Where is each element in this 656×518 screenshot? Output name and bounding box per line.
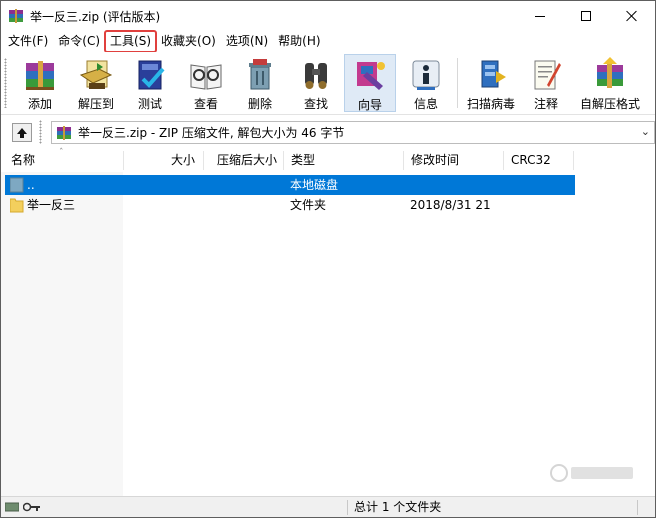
menu-tools[interactable]: 工具(S): [104, 30, 158, 53]
virus-scan-icon: [474, 57, 508, 93]
sfx-icon: [593, 57, 627, 93]
toolbar: 添加 解压到 测试 查看 删除 查找 向导 信息 扫描病毒 注释 自解压格式: [1, 52, 655, 115]
column-crc32[interactable]: CRC32: [505, 149, 557, 172]
address-grip[interactable]: [39, 120, 42, 144]
address-field[interactable]: 举一反三.zip - ZIP 压缩文件, 解包大小为 46 字节 ⌄: [51, 121, 655, 144]
menu-commands[interactable]: 命令(C): [53, 31, 105, 52]
title-bar: 举一反三.zip (评估版本): [1, 1, 655, 31]
test-icon: [133, 57, 167, 93]
comment-label: 注释: [533, 97, 558, 111]
address-bar: 举一反三.zip - ZIP 压缩文件, 解包大小为 46 字节 ⌄: [1, 116, 655, 148]
archive-icon: [56, 125, 72, 141]
find-label: 查找: [303, 97, 328, 111]
maximize-button[interactable]: [563, 1, 609, 31]
comment-button[interactable]: 注释: [521, 54, 571, 112]
row-name: 举一反三: [27, 198, 76, 212]
close-icon: [626, 10, 638, 22]
row-type: 本地磁盘: [290, 178, 339, 192]
menu-bar: 文件(F) 命令(C) 工具(S) 收藏夹(O) 选项(N) 帮助(H): [1, 30, 655, 53]
status-bar: 总计 1 个文件夹: [1, 496, 655, 517]
test-button[interactable]: 测试: [125, 54, 175, 112]
info-button[interactable]: 信息: [401, 54, 451, 112]
toolbar-separator: [457, 58, 458, 108]
menu-file[interactable]: 文件(F): [3, 31, 53, 52]
address-text: 举一反三.zip - ZIP 压缩文件, 解包大小为 46 字节: [78, 126, 345, 140]
table-row[interactable]: 举一反三 文件夹 2018/8/31 21: [5, 195, 575, 215]
drive-icon: [9, 177, 24, 193]
find-icon: [299, 57, 333, 93]
minimize-icon: [535, 15, 545, 17]
menu-favorites[interactable]: 收藏夹(O): [156, 31, 221, 52]
wizard-label: 向导: [357, 98, 382, 112]
column-divider[interactable]: [203, 151, 204, 170]
name-column-background: [1, 172, 123, 496]
extract-to-icon: [79, 57, 113, 93]
column-size[interactable]: 大小: [165, 149, 201, 172]
row-name: ..: [27, 178, 35, 192]
add-archive-icon: [23, 57, 57, 93]
column-divider[interactable]: [283, 151, 284, 170]
sfx-button[interactable]: 自解压格式: [579, 54, 641, 112]
close-button[interactable]: [609, 1, 655, 31]
file-list: 名称 ˆ 大小 压缩后大小 类型 修改时间 CRC32 .. 本地磁盘 举一反三…: [1, 148, 655, 496]
table-row[interactable]: .. 本地磁盘: [5, 175, 575, 195]
extract-to-label: 解压到: [77, 97, 114, 111]
sort-ascending-icon: ˆ: [59, 148, 64, 158]
window-title: 举一反三.zip (评估版本): [30, 9, 161, 24]
column-divider[interactable]: [123, 151, 124, 170]
chevron-down-icon[interactable]: ⌄: [641, 125, 650, 138]
extract-to-button[interactable]: 解压到: [71, 54, 121, 112]
minimize-button[interactable]: [517, 1, 563, 31]
find-button[interactable]: 查找: [291, 54, 341, 112]
winrar-app-icon: [8, 8, 24, 24]
wizard-button[interactable]: 向导: [344, 54, 396, 112]
virus-scan-button[interactable]: 扫描病毒: [463, 54, 519, 112]
status-text: 总计 1 个文件夹: [354, 500, 442, 514]
watermark-logo: [549, 461, 639, 485]
menu-options[interactable]: 选项(N): [221, 31, 273, 52]
column-name[interactable]: 名称: [5, 149, 41, 172]
maximize-icon: [581, 11, 591, 21]
column-divider[interactable]: [503, 151, 504, 170]
toolbar-grip[interactable]: [4, 58, 7, 108]
comment-icon: [529, 57, 563, 93]
up-folder-button[interactable]: [12, 123, 32, 142]
folder-icon: [9, 197, 24, 213]
column-type[interactable]: 类型: [285, 149, 321, 172]
status-divider: [347, 500, 348, 515]
info-label: 信息: [413, 97, 438, 111]
delete-icon: [243, 57, 277, 93]
up-arrow-icon: [17, 127, 27, 138]
wizard-icon: [353, 58, 387, 94]
view-button[interactable]: 查看: [181, 54, 231, 112]
sfx-label: 自解压格式: [579, 97, 640, 111]
drive-status-icon: [4, 501, 20, 516]
menu-help[interactable]: 帮助(H): [273, 31, 325, 52]
key-icon: [22, 501, 41, 516]
test-label: 测试: [137, 97, 162, 111]
column-divider[interactable]: [403, 151, 404, 170]
winrar-window: 举一反三.zip (评估版本) 文件(F) 命令(C) 工具(S) 收藏夹(O)…: [0, 0, 656, 518]
virus-scan-label: 扫描病毒: [466, 97, 515, 111]
delete-label: 删除: [247, 97, 272, 111]
view-label: 查看: [193, 97, 218, 111]
column-headers: 名称 ˆ 大小 压缩后大小 类型 修改时间 CRC32: [1, 148, 655, 172]
column-packed-size[interactable]: 压缩后大小: [211, 149, 283, 172]
row-modified: 2018/8/31 21: [410, 198, 491, 212]
delete-button[interactable]: 删除: [235, 54, 285, 112]
row-type: 文件夹: [290, 198, 327, 212]
info-icon: [409, 57, 443, 93]
status-divider: [637, 500, 638, 515]
add-button[interactable]: 添加: [15, 54, 65, 112]
column-divider[interactable]: [573, 151, 574, 170]
column-modified[interactable]: 修改时间: [405, 149, 465, 172]
view-icon: [189, 57, 223, 93]
add-label: 添加: [27, 97, 52, 111]
